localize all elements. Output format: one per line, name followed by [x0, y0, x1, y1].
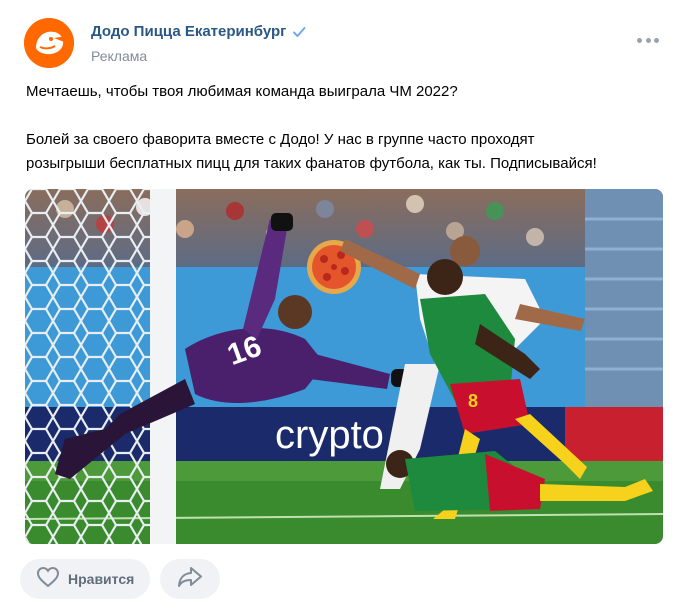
more-dots-icon[interactable] [637, 36, 659, 44]
author-row: Додо Пицца Екатеринбург [91, 23, 306, 40]
post-actions: Нравится [20, 559, 221, 599]
like-label: Нравится [68, 571, 135, 587]
post-subtitle: Реклама [91, 48, 148, 64]
heart-icon [36, 566, 60, 593]
post-text-line: Мечтаешь, чтобы твоя любимая команда выи… [26, 83, 458, 100]
verified-check-icon [292, 25, 306, 39]
post-text-line: Болей за своего фаворита вместе с Додо! … [26, 131, 535, 148]
photo-jersey-player: 8 [468, 391, 478, 411]
share-arrow-icon [177, 566, 203, 593]
photo-board-text: crypto [275, 413, 384, 457]
share-button[interactable] [160, 559, 221, 599]
post-text-line: розыгрыши бесплатных пицц для таких фана… [26, 155, 597, 172]
vk-post: Додо Пицца Екатеринбург Реклама Мечтаешь… [0, 0, 691, 613]
post-text: Мечтаешь, чтобы твоя любимая команда выи… [26, 80, 676, 176]
post-header: Додо Пицца Екатеринбург Реклама [24, 18, 671, 70]
author-name[interactable]: Додо Пицца Екатеринбург [91, 23, 286, 40]
dodo-logo-icon[interactable] [24, 18, 74, 68]
like-button[interactable]: Нравится [20, 559, 151, 599]
post-photo[interactable]: crypto 16 8 [25, 189, 663, 544]
